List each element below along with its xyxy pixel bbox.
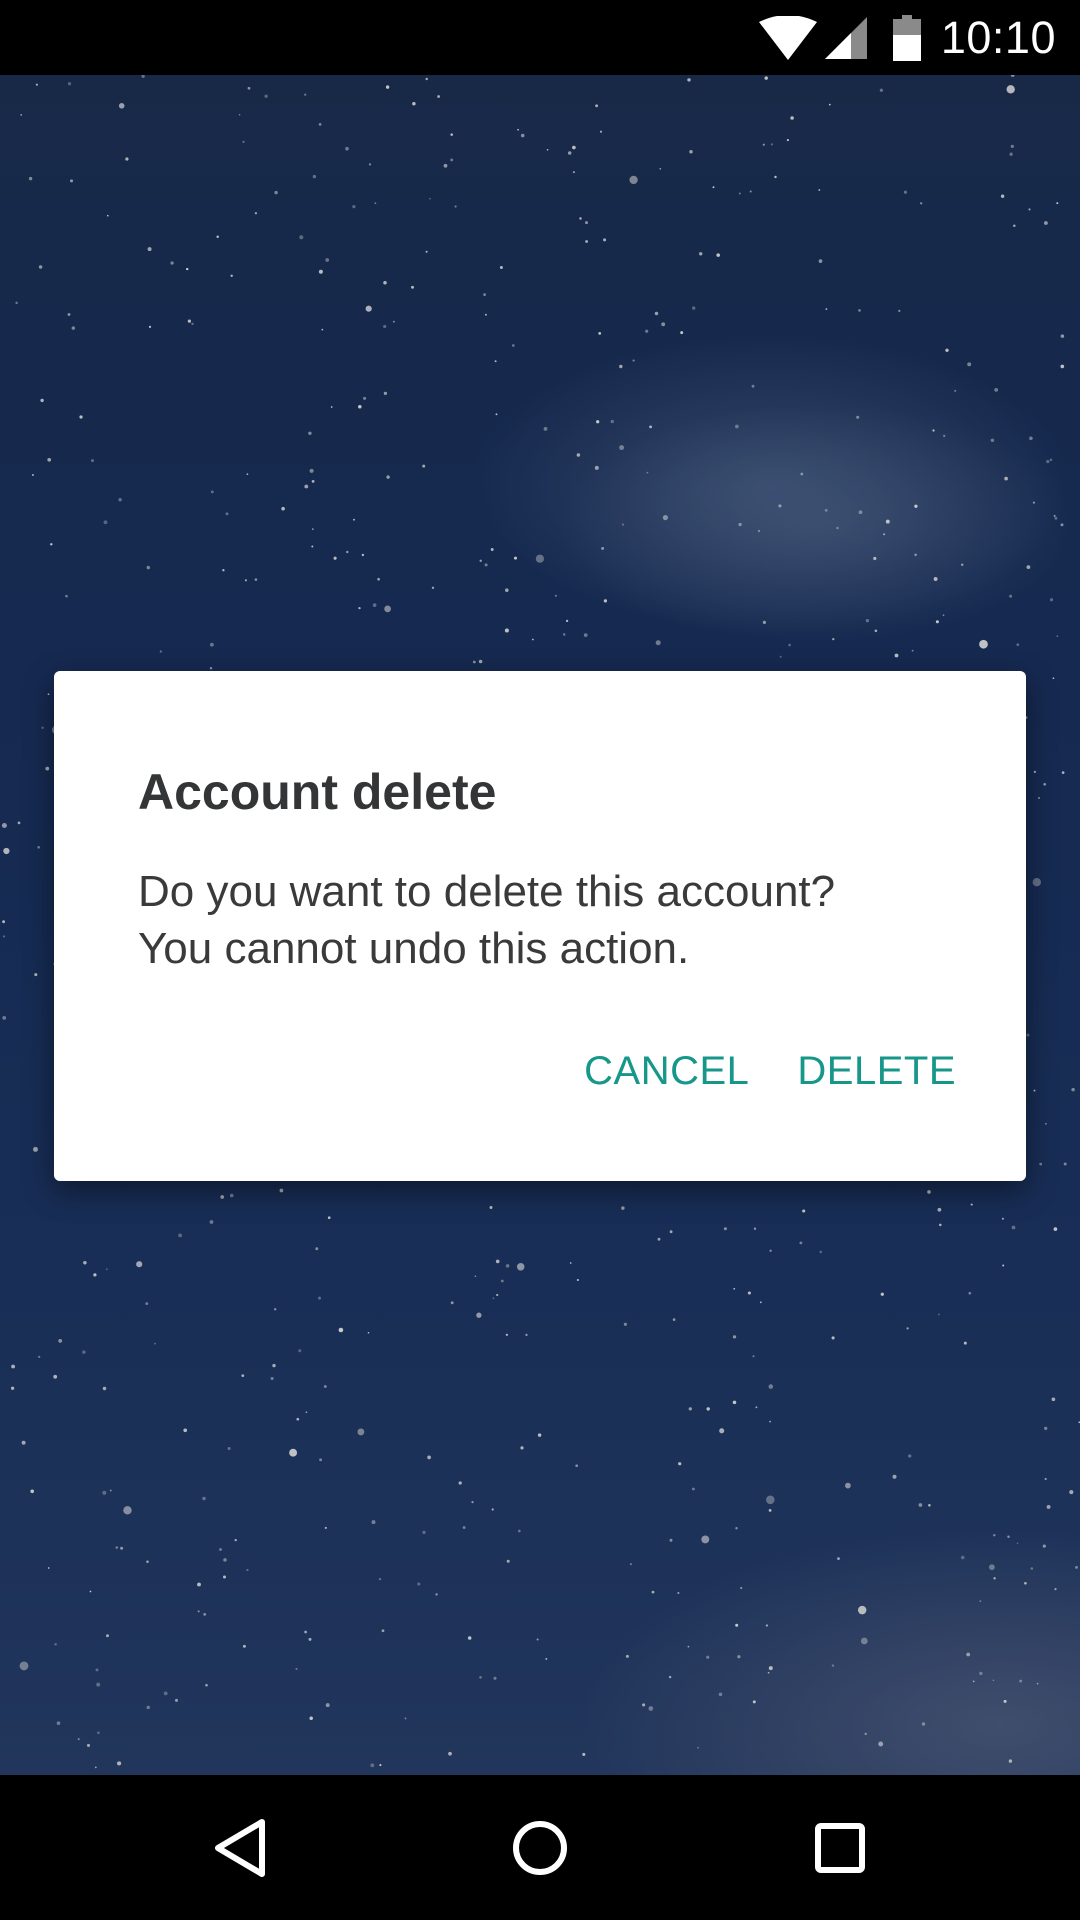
back-icon [215, 1818, 265, 1877]
status-bar: 10:10 [0, 0, 1080, 75]
recents-button[interactable] [760, 1775, 920, 1920]
wifi-icon [758, 15, 817, 60]
phone-screen: 10:10 Account delete Do you want to dele… [0, 0, 1080, 1920]
status-clock: 10:10 [940, 11, 1056, 63]
recents-icon [815, 1822, 865, 1873]
dialog-actions: CANCEL DELETE [550, 1031, 970, 1112]
home-icon [513, 1820, 567, 1875]
dialog-message-line-1: Do you want to delete this account? [138, 867, 836, 916]
delete-button[interactable]: DELETE [783, 1031, 970, 1112]
account-delete-dialog: Account delete Do you want to delete thi… [54, 671, 1026, 1181]
cancel-button[interactable]: CANCEL [570, 1031, 763, 1112]
dialog-title: Account delete [138, 764, 497, 820]
status-icons: 10:10 [758, 0, 1056, 75]
back-button[interactable] [160, 1775, 320, 1920]
navigation-bar [0, 1775, 1080, 1920]
dialog-message: Do you want to delete this account? You … [138, 863, 958, 977]
home-button[interactable] [460, 1775, 620, 1920]
battery-icon [892, 14, 921, 61]
signal-icon [824, 16, 867, 59]
dialog-message-line-2: You cannot undo this action. [138, 924, 690, 973]
